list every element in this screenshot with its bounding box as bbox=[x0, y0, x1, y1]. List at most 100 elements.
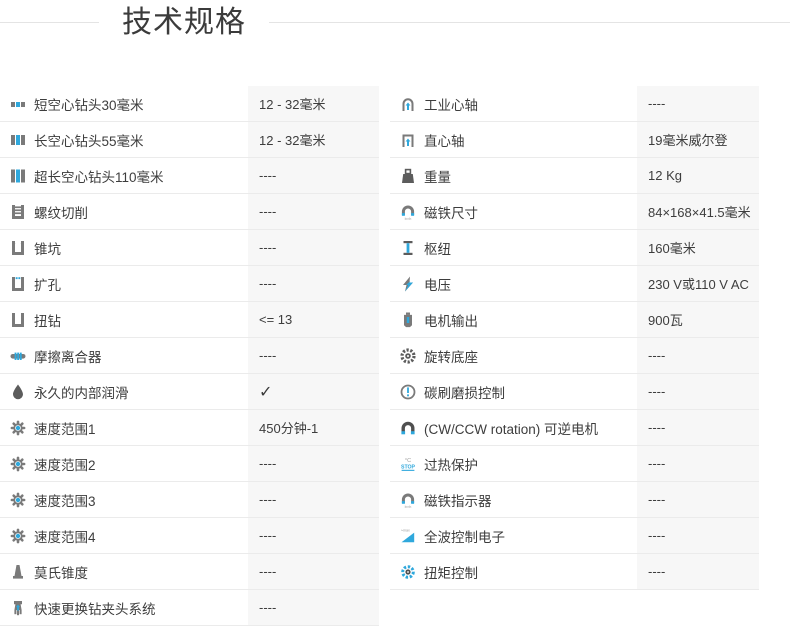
weight-icon bbox=[399, 167, 417, 185]
reversible-motor-icon bbox=[399, 419, 417, 437]
spec-row: 长空心钻头55毫米 12 - 32毫米 bbox=[0, 122, 379, 158]
spec-label: 重量 bbox=[424, 166, 451, 186]
spec-value: ---- bbox=[637, 482, 759, 517]
spec-label-cell: 电压 bbox=[390, 266, 637, 301]
spec-row: 工业心轴 ---- bbox=[390, 86, 759, 122]
spec-label: 枢纽 bbox=[424, 238, 451, 258]
spec-label: 磁铁尺寸 bbox=[424, 202, 478, 222]
spec-value: 12 - 32毫米 bbox=[248, 122, 379, 157]
spec-label: 扭钻 bbox=[34, 310, 61, 330]
spec-row: 扭矩控制 ---- bbox=[390, 554, 759, 590]
spec-label-cell: b×h 磁铁指示器 bbox=[390, 482, 637, 517]
spec-row: 摩擦离合器 ---- bbox=[0, 338, 379, 374]
spec-label: 莫氏锥度 bbox=[34, 562, 88, 582]
spec-label: (CW/CCW rotation) 可逆电机 bbox=[424, 418, 598, 438]
spec-value: ---- bbox=[637, 338, 759, 373]
spec-label: 锥坑 bbox=[34, 238, 61, 258]
spec-label: 扭矩控制 bbox=[424, 562, 478, 582]
gear-speed-icon bbox=[9, 527, 27, 545]
spec-value: ---- bbox=[248, 266, 379, 301]
spec-value: ---- bbox=[248, 482, 379, 517]
spec-label-cell: 快速更换钻夹头系统 bbox=[0, 590, 248, 625]
spec-row: ≈max 全波控制电子 ---- bbox=[390, 518, 759, 554]
spec-label-cell: b×h 磁铁尺寸 bbox=[390, 194, 637, 229]
page-title: 技术规格 bbox=[99, 0, 269, 45]
spec-label: 碳刷磨损控制 bbox=[424, 382, 505, 402]
spec-row: b×h 磁铁指示器 ---- bbox=[390, 482, 759, 518]
spec-label-cell: 莫氏锥度 bbox=[0, 554, 248, 589]
spec-table-left: 短空心钻头30毫米 12 - 32毫米 长空心钻头55毫米 12 - 32毫米 … bbox=[0, 86, 379, 626]
lubrication-drop-icon bbox=[9, 383, 27, 401]
spec-label: 电机输出 bbox=[424, 310, 478, 330]
spec-row: 速度范围2 ---- bbox=[0, 446, 379, 482]
spec-label: 永久的内部润滑 bbox=[34, 382, 129, 402]
spec-row: 扭钻 <= 13 bbox=[0, 302, 379, 338]
spec-label-cell: 速度范围1 bbox=[0, 410, 248, 445]
spec-label-cell: 电机输出 bbox=[390, 302, 637, 337]
spec-label-cell: 螺纹切削 bbox=[0, 194, 248, 229]
spec-value: ---- bbox=[248, 338, 379, 373]
spec-label-cell: (CW/CCW rotation) 可逆电机 bbox=[390, 410, 637, 445]
spec-row: 速度范围4 ---- bbox=[0, 518, 379, 554]
torque-control-icon bbox=[399, 563, 417, 581]
spec-value: ---- bbox=[248, 158, 379, 193]
spec-row: 直心轴 19毫米威尔登 bbox=[390, 122, 759, 158]
spec-value: 900瓦 bbox=[637, 302, 759, 337]
spec-value: ✓ bbox=[248, 374, 379, 409]
svg-text:b×h: b×h bbox=[405, 504, 412, 509]
spec-row: 超长空心钻头110毫米 ---- bbox=[0, 158, 379, 194]
magnet-dimensions-icon: b×h bbox=[399, 203, 417, 221]
spec-label: 长空心钻头55毫米 bbox=[34, 130, 144, 150]
gear-speed-icon bbox=[9, 455, 27, 473]
spec-label-cell: 重量 bbox=[390, 158, 637, 193]
rotating-base-icon bbox=[399, 347, 417, 365]
spec-row: 永久的内部润滑 ✓ bbox=[0, 374, 379, 410]
spec-label: 螺纹切削 bbox=[34, 202, 88, 222]
svg-text:b×h: b×h bbox=[405, 216, 412, 221]
twist-drill-icon bbox=[9, 311, 27, 329]
spec-label-cell: 扩孔 bbox=[0, 266, 248, 301]
spec-label-cell: 速度范围4 bbox=[0, 518, 248, 553]
spec-row: 短空心钻头30毫米 12 - 32毫米 bbox=[0, 86, 379, 122]
spec-label: 摩擦离合器 bbox=[34, 346, 102, 366]
industrial-arbor-icon bbox=[399, 95, 417, 113]
spec-label-cell: 工业心轴 bbox=[390, 86, 637, 121]
overheat-protection-icon: °CSTOP bbox=[399, 455, 417, 473]
spec-label: 速度范围3 bbox=[34, 490, 96, 510]
magnet-indicator-icon: b×h bbox=[399, 491, 417, 509]
spec-value: ---- bbox=[248, 194, 379, 229]
spec-value: ---- bbox=[248, 518, 379, 553]
spec-row: 重量 12 Kg bbox=[390, 158, 759, 194]
spec-label-cell: 碳刷磨损控制 bbox=[390, 374, 637, 409]
spec-label-cell: 旋转底座 bbox=[390, 338, 637, 373]
spec-value: 12 - 32毫米 bbox=[248, 86, 379, 121]
section-header: 技术规格 bbox=[0, 0, 790, 86]
spec-row: 速度范围3 ---- bbox=[0, 482, 379, 518]
spec-value: 160毫米 bbox=[637, 230, 759, 265]
spec-page: 技术规格 短空心钻头30毫米 12 - 32毫米 长空心钻头55毫米 12 - … bbox=[0, 0, 790, 626]
spec-label-cell: 超长空心钻头110毫米 bbox=[0, 158, 248, 193]
spec-value: ---- bbox=[637, 410, 759, 445]
spec-label: 速度范围4 bbox=[34, 526, 96, 546]
spec-value: ---- bbox=[248, 590, 379, 625]
countersink-icon bbox=[9, 239, 27, 257]
spec-label-cell: 永久的内部润滑 bbox=[0, 374, 248, 409]
spec-label-cell: 扭矩控制 bbox=[390, 554, 637, 589]
spec-label: 全波控制电子 bbox=[424, 526, 505, 546]
spec-value: 19毫米威尔登 bbox=[637, 122, 759, 157]
gear-speed-icon bbox=[9, 419, 27, 437]
spec-row: 枢纽 160毫米 bbox=[390, 230, 759, 266]
spec-label: 速度范围2 bbox=[34, 454, 96, 474]
spec-value: 84×168×41.5毫米 bbox=[637, 194, 759, 229]
spec-value: ---- bbox=[248, 230, 379, 265]
spec-label: 工业心轴 bbox=[424, 94, 478, 114]
spec-value: 12 Kg bbox=[637, 158, 759, 193]
spec-label: 旋转底座 bbox=[424, 346, 478, 366]
spec-label: 磁铁指示器 bbox=[424, 490, 492, 510]
spec-label: 电压 bbox=[424, 274, 451, 294]
spec-row: 螺纹切削 ---- bbox=[0, 194, 379, 230]
spec-label-cell: 短空心钻头30毫米 bbox=[0, 86, 248, 121]
spec-row: 快速更换钻夹头系统 ---- bbox=[0, 590, 379, 626]
spec-row: 旋转底座 ---- bbox=[390, 338, 759, 374]
spec-value: ---- bbox=[248, 554, 379, 589]
